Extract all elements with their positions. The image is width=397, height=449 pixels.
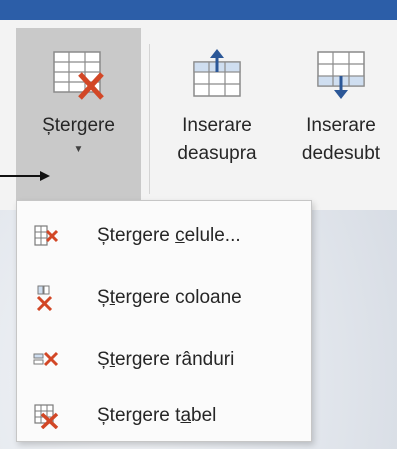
menu-item-label: Ștergere celule...: [97, 225, 241, 246]
chevron-down-icon: ▼: [73, 144, 84, 155]
insert-above-button[interactable]: Inserare deasupra: [158, 28, 276, 204]
menu-item-label: Ștergere rânduri: [97, 349, 235, 370]
ribbon-rows-columns-group: Ștergere ▼ Inserare deasupra Inserare de…: [0, 20, 397, 210]
menu-item-delete-table[interactable]: Ștergere tabel: [17, 389, 311, 443]
delete-button-label: Ștergere: [42, 115, 115, 136]
insert-above-label-line1: Inserare: [182, 115, 252, 136]
delete-rows-icon: [33, 351, 59, 367]
annotation-arrow-icon: [40, 171, 50, 181]
delete-button[interactable]: Ștergere ▼: [16, 28, 141, 204]
delete-cells-icon: [34, 225, 59, 246]
delete-table-icon: [52, 51, 104, 100]
delete-columns-icon: [36, 285, 53, 311]
insert-above-label-line2: deasupra: [177, 143, 257, 164]
insert-below-label-line2: dedesubt: [301, 143, 381, 164]
delete-table-icon: [34, 404, 59, 429]
insert-row-below-icon: [317, 51, 365, 99]
title-bar: [0, 0, 397, 20]
menu-item-label: Ștergere tabel: [97, 405, 217, 426]
menu-item-delete-rows[interactable]: Ștergere rânduri: [17, 333, 311, 387]
menu-item-delete-columns[interactable]: Ștergere coloane: [17, 271, 311, 325]
annotation-arrow-line: [0, 175, 44, 177]
ribbon-separator: [149, 44, 150, 194]
menu-item-delete-cells[interactable]: Ștergere celule...: [17, 209, 311, 263]
insert-below-label-line1: Inserare: [306, 115, 376, 136]
delete-dropdown-menu: Ștergere celule... Ștergere coloane Șter…: [16, 200, 312, 442]
insert-row-above-icon: [193, 49, 241, 97]
insert-below-button[interactable]: Inserare dedesubt: [282, 28, 397, 204]
menu-item-label: Ștergere coloane: [97, 287, 242, 308]
